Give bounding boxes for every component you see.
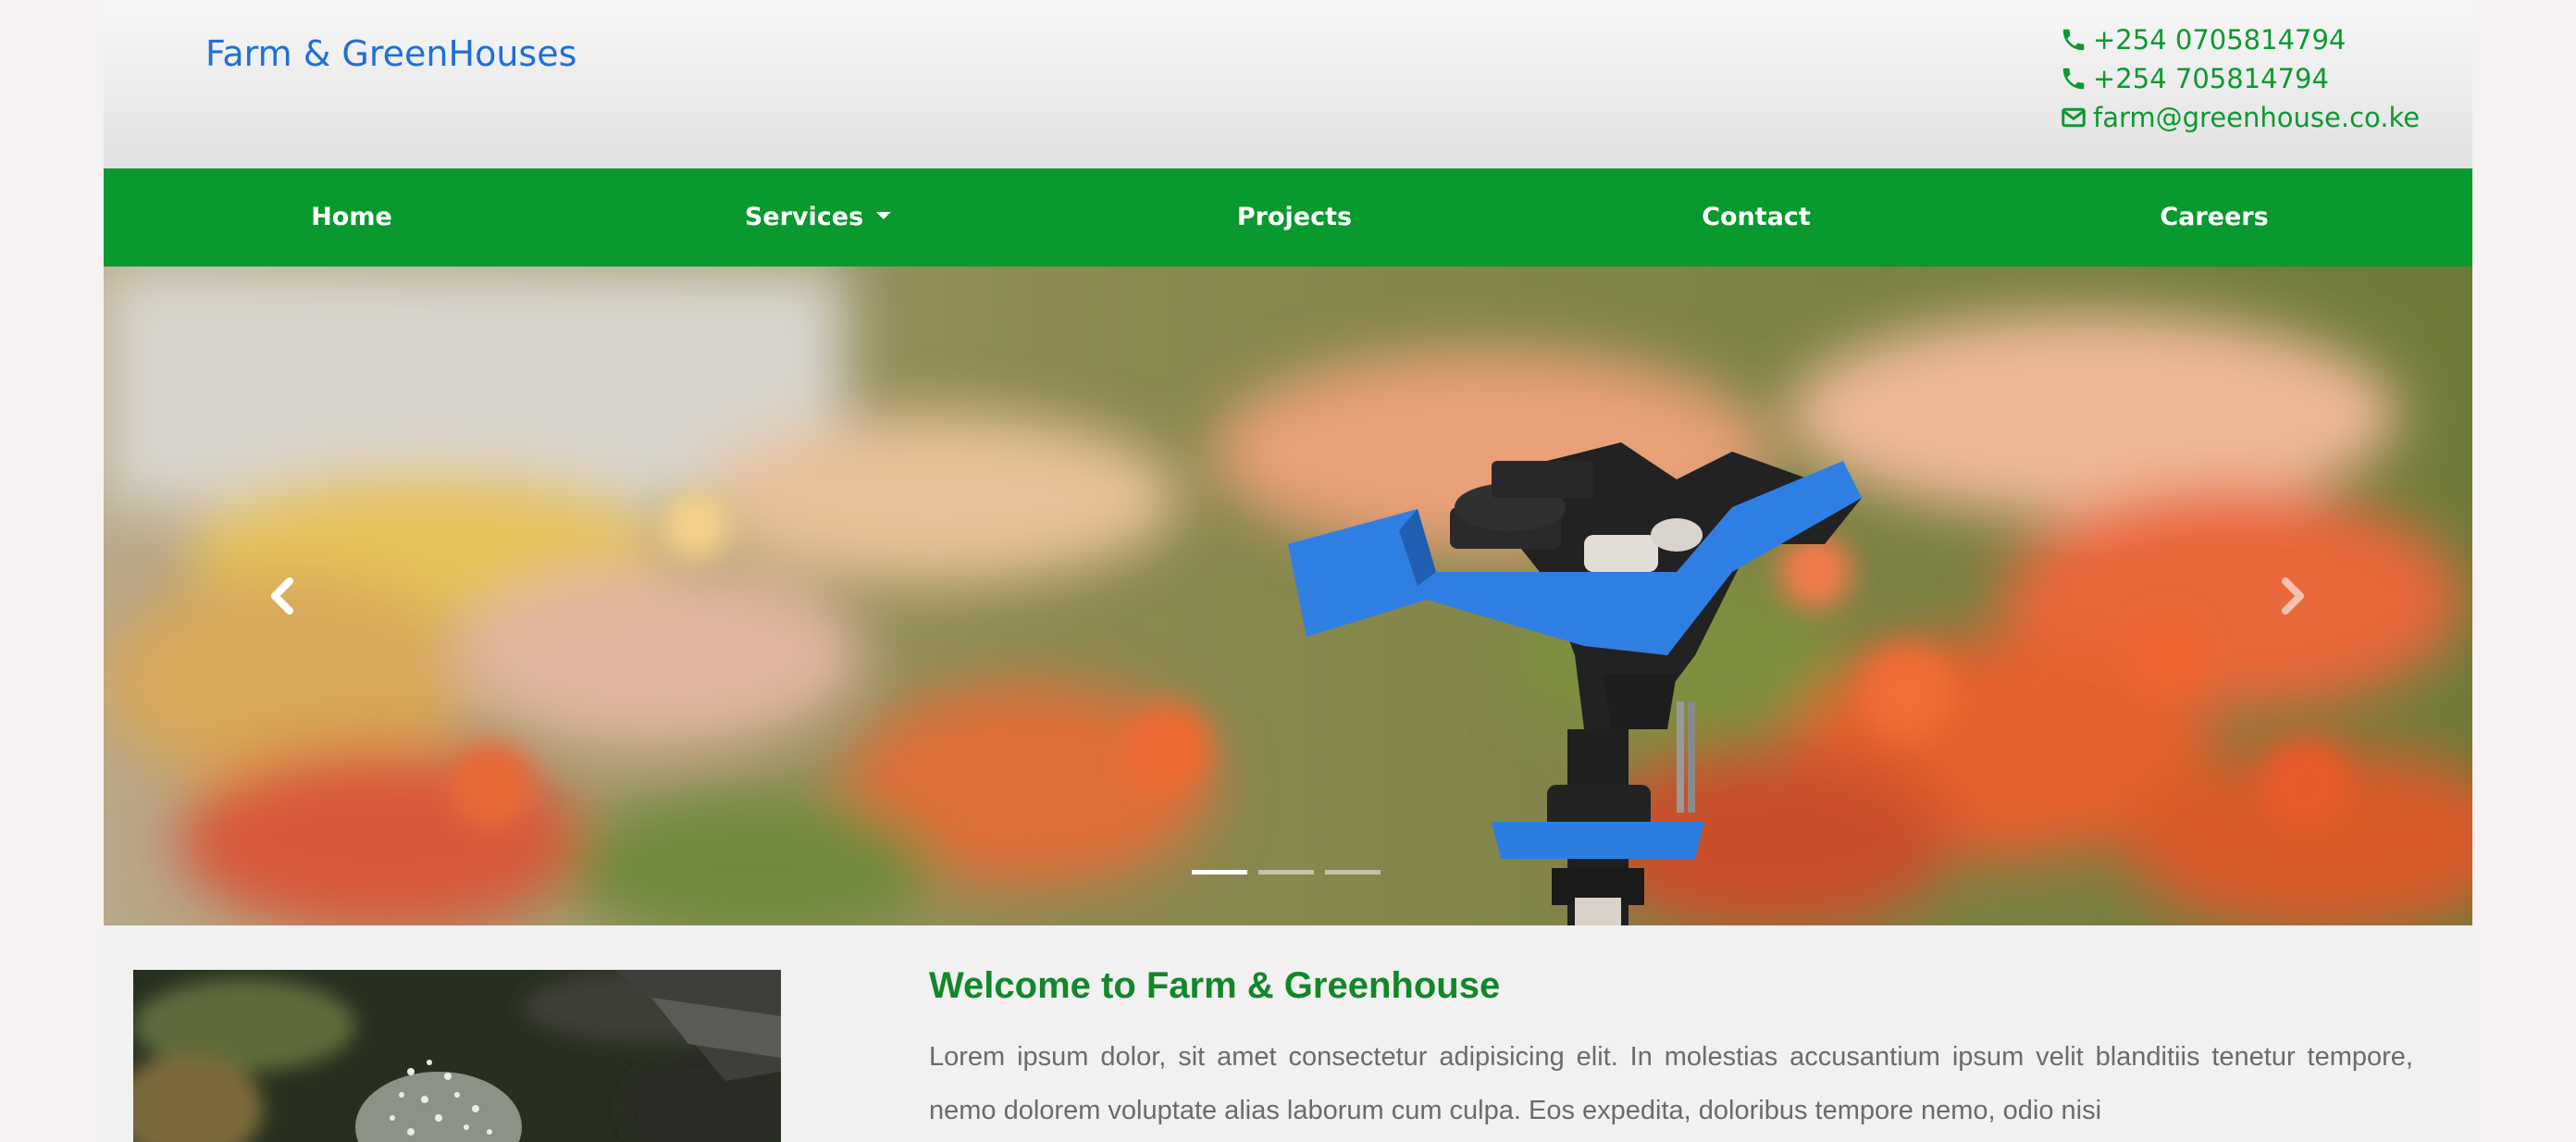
nav-item-label: Careers	[2160, 203, 2269, 231]
contact-phone-1[interactable]: +254 0705814794	[2060, 20, 2420, 59]
welcome-heading: Welcome to Farm & Greenhouse	[929, 965, 1501, 1006]
nav-item-contact[interactable]: Contact	[1702, 168, 1811, 267]
carousel-indicator-3[interactable]	[1325, 870, 1381, 875]
watering-can-picture	[133, 970, 781, 1142]
nav-item-label: Home	[311, 203, 392, 231]
contact-email-text: farm@greenhouse.co.ke	[2093, 102, 2421, 133]
contact-email[interactable]: farm@greenhouse.co.ke	[2060, 98, 2420, 137]
brand-link[interactable]: Farm & GreenHouses	[205, 33, 576, 74]
carousel-indicators	[1192, 870, 1392, 875]
contact-phone-2[interactable]: +254 705814794	[2060, 59, 2420, 98]
nav-item-label: Projects	[1236, 203, 1353, 231]
contact-phone-text: +254 705814794	[2093, 63, 2329, 94]
contact-phone-text: +254 0705814794	[2093, 24, 2347, 56]
caret-down-icon	[876, 211, 892, 219]
main-navbar: Home Services Projects Contact Careers	[104, 168, 2472, 267]
carousel-slide-image	[104, 267, 2472, 925]
nav-item-projects[interactable]: Projects	[1237, 168, 1352, 267]
phone-icon	[2062, 29, 2085, 51]
chevron-left-icon	[271, 577, 293, 614]
top-header: Farm & GreenHouses +254 0705814794 +254 …	[104, 0, 2472, 168]
watering-can-image	[133, 970, 781, 1142]
carousel-prev-button[interactable]	[254, 568, 310, 624]
nav-item-careers[interactable]: Careers	[2160, 168, 2268, 267]
nav-item-label: Contact	[1702, 203, 1811, 231]
welcome-paragraph: Lorem ipsum dolor, sit amet consectetur …	[929, 1042, 2413, 1125]
nav-item-home[interactable]: Home	[311, 168, 392, 267]
nav-item-label: Services	[744, 203, 864, 231]
page: Farm & GreenHouses +254 0705814794 +254 …	[104, 0, 2472, 1142]
carousel-indicator-1[interactable]	[1192, 870, 1247, 875]
carousel-next-button[interactable]	[2265, 568, 2321, 624]
contact-info: +254 0705814794 +254 705814794 farm@gree…	[2060, 20, 2420, 137]
envelope-icon	[2062, 107, 2086, 128]
carousel-indicator-2[interactable]	[1258, 870, 1314, 875]
hero-carousel	[104, 267, 2472, 925]
chevron-right-icon	[2282, 577, 2304, 614]
nav-item-services[interactable]: Services	[744, 168, 892, 267]
phone-icon	[2062, 68, 2085, 90]
